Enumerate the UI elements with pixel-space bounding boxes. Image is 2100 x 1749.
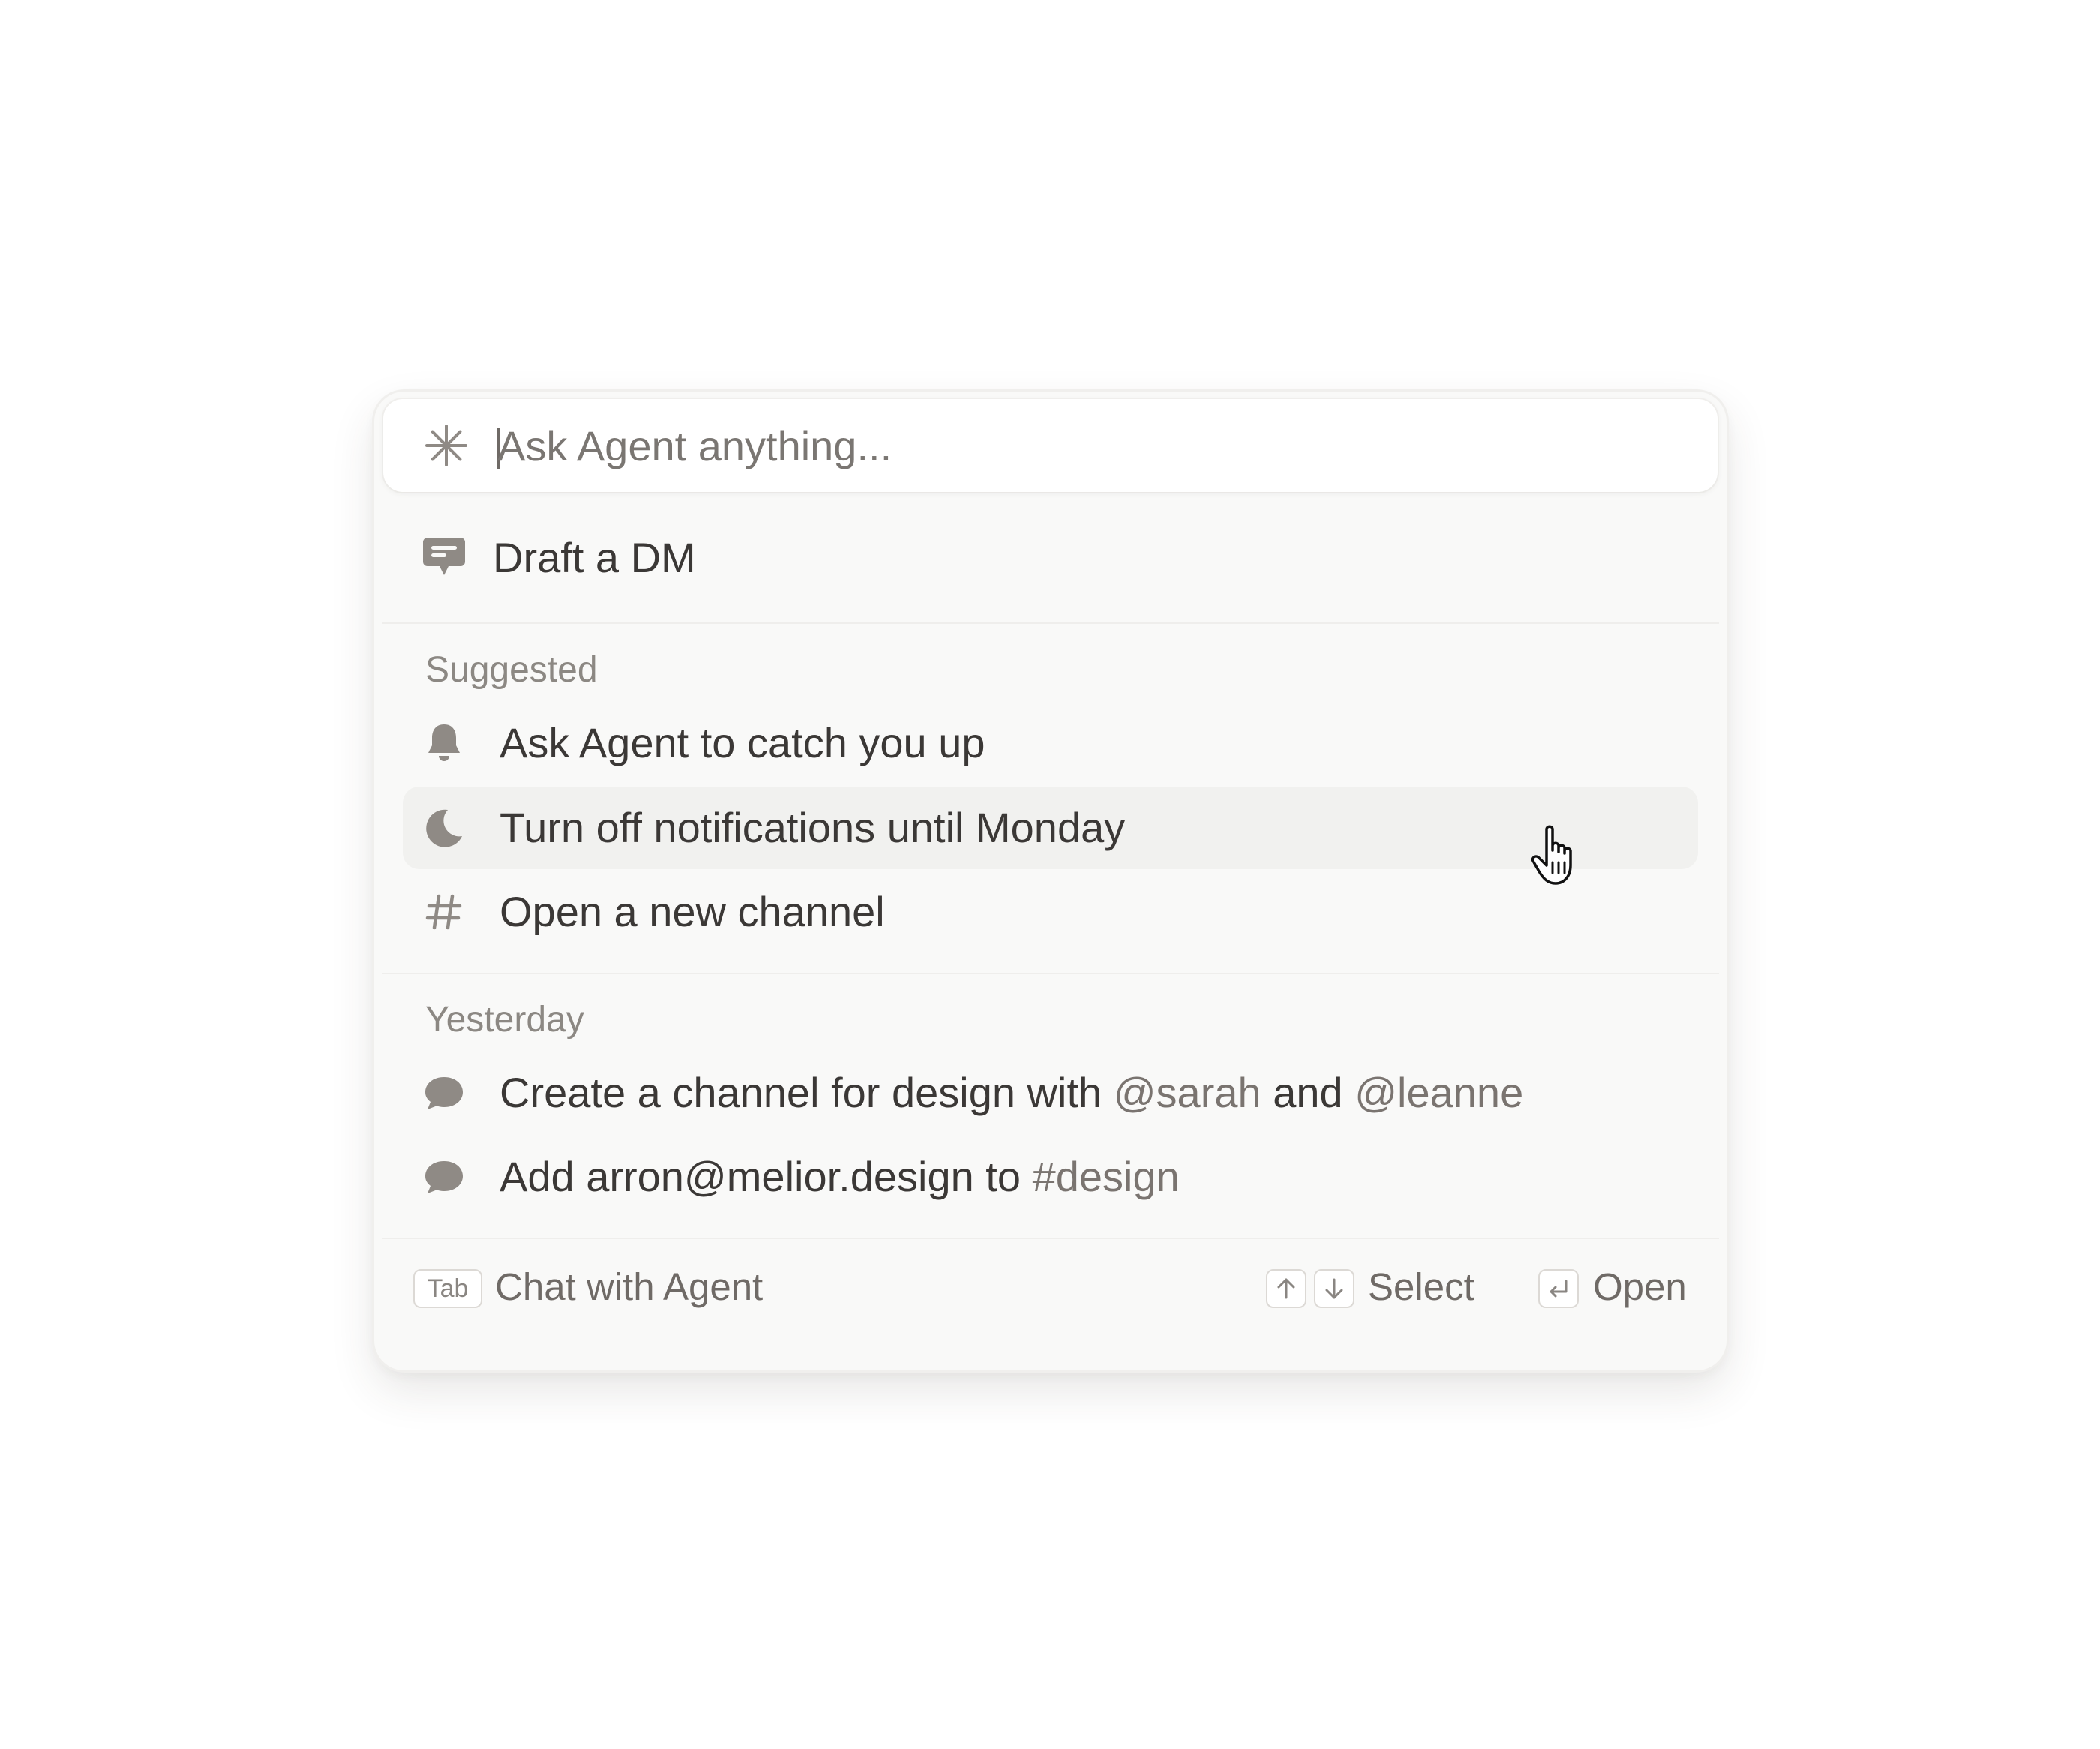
- search-input[interactable]: [497, 416, 1667, 476]
- command-palette: Draft a DM Suggested Ask Agent to catch …: [374, 392, 1726, 1370]
- shortcut-footer: Tab Chat with Agent Select Open: [374, 1245, 1726, 1328]
- hash-icon: [425, 894, 462, 930]
- select-label: Select: [1368, 1265, 1474, 1308]
- channel-design: #design: [1032, 1153, 1180, 1200]
- section-title-yesterday: Yesterday: [425, 1000, 584, 1040]
- draft-dm-label: Draft a DM: [493, 534, 696, 581]
- arrow-down-key: [1314, 1269, 1354, 1308]
- history-text: and: [1261, 1069, 1355, 1116]
- chat-square-icon: [423, 538, 465, 575]
- mention-leanne: @leanne: [1354, 1069, 1524, 1116]
- hand-pointer-cursor-icon: [1531, 825, 1572, 885]
- mention-sarah: @sarah: [1113, 1069, 1262, 1116]
- tab-key: Tab: [413, 1269, 482, 1308]
- arrow-up-icon: [1277, 1278, 1295, 1299]
- divider: [382, 622, 1719, 624]
- suggested-item-label: Turn off notifications until Monday: [500, 804, 1126, 851]
- moon-icon: [426, 809, 462, 848]
- enter-icon: [1550, 1280, 1568, 1298]
- arrow-down-icon: [1325, 1278, 1343, 1299]
- speech-bubble-icon: [425, 1077, 463, 1109]
- search-bar[interactable]: [383, 399, 1718, 492]
- history-item-label: Add arron@melior.design to #design: [500, 1154, 1180, 1200]
- history-text: Add arron@melior.design to: [500, 1153, 1033, 1200]
- open-label: Open: [1593, 1265, 1687, 1308]
- history-item-label: Create a channel for design with @sarah …: [500, 1070, 1523, 1116]
- divider: [382, 1238, 1719, 1239]
- suggested-item-catch-up[interactable]: Ask Agent to catch you up: [374, 702, 1726, 784]
- history-item[interactable]: Create a channel for design with @sarah …: [374, 1052, 1726, 1134]
- history-item[interactable]: Add arron@melior.design to #design: [374, 1136, 1726, 1218]
- sparkle-icon: [425, 424, 467, 466]
- bell-icon: [428, 724, 460, 761]
- divider: [382, 973, 1719, 974]
- section-title-suggested: Suggested: [425, 650, 598, 690]
- suggested-item-notifications[interactable]: Turn off notifications until Monday: [403, 787, 1698, 869]
- chat-with-agent-label[interactable]: Chat with Agent: [495, 1266, 763, 1308]
- suggested-item-label: Open a new channel: [500, 888, 885, 935]
- arrow-up-key: [1266, 1269, 1306, 1308]
- speech-bubble-icon: [425, 1161, 463, 1193]
- history-text: Create a channel for design with: [500, 1069, 1114, 1116]
- suggested-item-label: Ask Agent to catch you up: [500, 719, 986, 766]
- enter-key: [1538, 1269, 1579, 1308]
- suggested-item-new-channel[interactable]: Open a new channel: [374, 871, 1726, 953]
- draft-dm-item[interactable]: Draft a DM: [374, 517, 1726, 599]
